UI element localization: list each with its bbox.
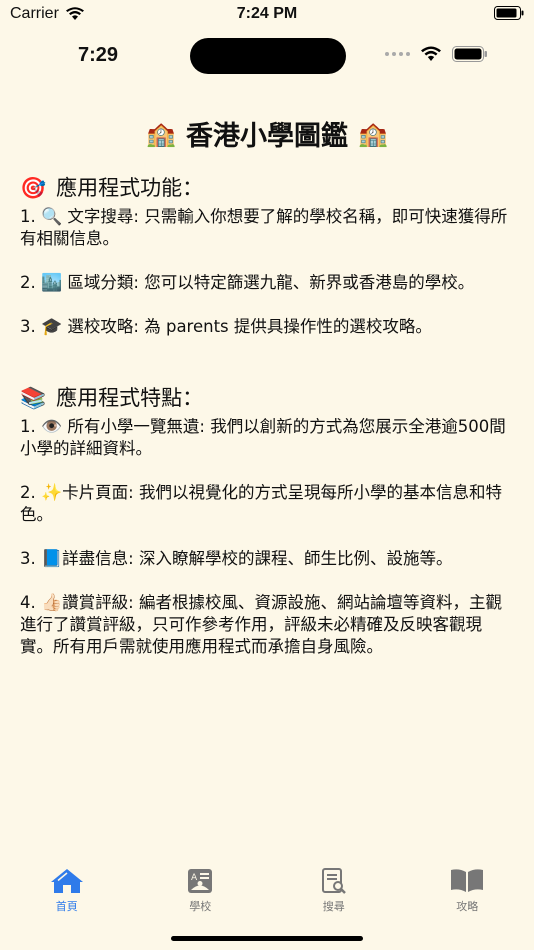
tab-schools-label: 學校 [189,900,212,913]
house-icon [50,869,83,893]
simulator-status-bar: Carrier 7:24 PM [0,0,534,28]
traits-heading: 📚 應用程式特點： [20,382,514,414]
target-icon: 🎯 [20,176,47,200]
traits-heading-text: 應用程式特點： [56,386,204,410]
item-number: 2. [20,483,36,502]
open-book-icon [451,869,484,892]
feature-item: 1. 🔍 文字搜尋: 只需輸入你想要了解的學校名稱，即可快速獲得所有相關信息。 [20,206,514,250]
item-text: 詳盡信息: 深入瞭解學校的課程、師生比例、設施等。 [62,549,453,568]
document-search-icon [321,868,346,894]
tab-schools[interactable]: A 學校 [134,868,268,928]
item-number: 2. [20,273,36,292]
battery-icon [494,6,524,25]
school-icon: 🏫 [146,119,176,148]
magnifier-icon: 🔍 [41,207,63,227]
dynamic-island [190,38,346,74]
item-text: 讚賞評級: 編者根據校風、資源設施、網站論壇等資料，主觀進行了讚賞評級，只可作參… [20,593,502,656]
page-title-text: 香港小學圖鑑 [186,121,348,152]
app-screen: Carrier 7:24 PM 7:29 🏫 香港小學圖鑑 🏫 🎯 應用程式功能… [0,0,534,950]
tab-search-label: 搜尋 [322,900,345,913]
tab-home[interactable]: 首頁 [0,868,134,928]
school-icon: 🏫 [358,119,388,148]
item-number: 3. [20,317,36,336]
trait-item: 4. 👍🏻讚賞評級: 編者根據校風、資源設施、網站論壇等資料，主觀進行了讚賞評級… [20,592,514,658]
features-heading-text: 應用程式功能： [56,176,204,200]
cellular-signal-icon [385,52,410,56]
main-content: 🎯 應用程式功能： 1. 🔍 文字搜尋: 只需輸入你想要了解的學校名稱，即可快速… [20,172,514,680]
device-status-icons [385,46,488,62]
tab-home-label: 首頁 [55,900,78,913]
item-text: 文字搜尋: 只需輸入你想要了解的學校名稱，即可快速獲得所有相關信息。 [20,207,508,248]
item-text: 卡片頁面: 我們以視覺化的方式呈現每所小學的基本信息和特色。 [20,483,502,524]
books-icon: 📚 [20,386,47,410]
sparkles-icon: ✨ [41,483,63,503]
feature-item: 2. 🏙️ 區域分類: 您可以特定篩選九龍、新界或香港島的學校。 [20,272,514,294]
item-text: 區域分類: 您可以特定篩選九龍、新界或香港島的學校。 [67,273,475,292]
thumbs-up-icon: 👍🏻 [41,593,63,613]
page-title: 🏫 香港小學圖鑑 🏫 [0,114,534,153]
id-card-icon: A [188,869,213,893]
features-heading: 🎯 應用程式功能： [20,172,514,204]
trait-item: 1. 👁️ 所有小學一覽無遺: 我們以創新的方式為您展示全港逾500間小學的詳細… [20,416,514,460]
svg-text:A: A [191,873,198,883]
tab-search[interactable]: 搜尋 [267,868,401,928]
tab-guide[interactable]: 攻略 [401,868,534,928]
item-number: 4. [20,593,36,612]
battery-icon [452,46,487,62]
item-number: 1. [20,207,36,226]
item-number: 3. [20,549,36,568]
tab-bar: 首頁 A 學校 搜尋 攻略 [0,868,534,928]
trait-item: 3. 📘詳盡信息: 深入瞭解學校的課程、師生比例、設施等。 [20,548,514,570]
wifi-icon [421,46,441,61]
item-number: 1. [20,417,36,436]
eye-icon: 👁️ [41,417,63,437]
feature-item: 3. 🎓 選校攻略: 為 parents 提供具操作性的選校攻略。 [20,316,514,338]
graduation-cap-icon: 🎓 [41,317,63,337]
device-status-bar: 7:29 [0,30,534,80]
device-time: 7:29 [78,44,119,66]
tab-guide-label: 攻略 [456,900,479,913]
blue-book-icon: 📘 [41,549,63,569]
trait-item: 2. ✨卡片頁面: 我們以視覺化的方式呈現每所小學的基本信息和特色。 [20,482,514,526]
item-text: 選校攻略: 為 parents 提供具操作性的選校攻略。 [67,317,432,336]
cityscape-icon: 🏙️ [41,273,63,293]
simulator-time: 7:24 PM [236,5,298,22]
item-text: 所有小學一覽無遺: 我們以創新的方式為您展示全港逾500間小學的詳細資料。 [20,417,506,458]
home-indicator[interactable] [171,936,363,941]
